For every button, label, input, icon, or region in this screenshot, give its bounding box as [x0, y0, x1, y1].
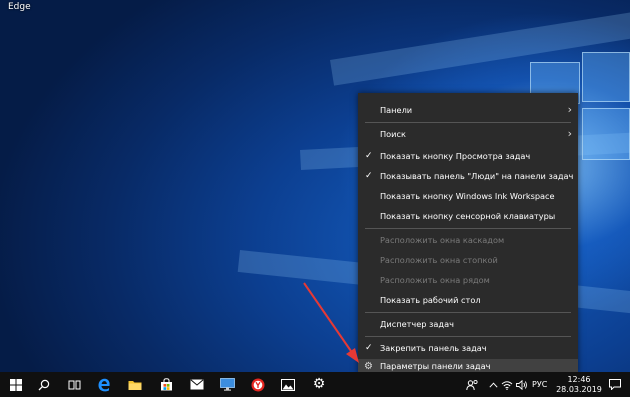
menu-item-label: Показать кнопку Windows Ink Workspace [380, 191, 555, 201]
chevron-right-icon: › [567, 103, 572, 116]
menu-separator [365, 336, 571, 337]
windows-logo-icon [10, 378, 22, 391]
people-icon [465, 379, 478, 390]
edge-icon [98, 378, 110, 391]
menu-separator [365, 228, 571, 229]
window-logo-pane [582, 52, 630, 102]
desktop-icon-label[interactable]: Edge [8, 2, 31, 12]
gear-icon: ⚙ [312, 376, 326, 392]
photos-button[interactable] [274, 372, 302, 397]
checkmark-icon: ✓ [365, 343, 373, 353]
menu-item-label: Закрепить панель задач [380, 343, 487, 353]
people-button[interactable] [462, 372, 482, 397]
menu-item-label: Показывать панель "Люди" на панели задач [380, 171, 574, 181]
chevron-up-icon [488, 381, 498, 388]
menu-item-label: Диспетчер задач [380, 319, 454, 329]
folder-icon [128, 380, 142, 390]
menu-item-label: Расположить окна каскадом [380, 235, 505, 245]
menu-item-label: Расположить окна рядом [380, 275, 490, 285]
menu-separator [365, 312, 571, 313]
mail-button[interactable] [183, 372, 211, 397]
menu-separator [365, 122, 571, 123]
notification-icon [609, 379, 621, 391]
chevron-right-icon: › [567, 127, 572, 140]
settings-button[interactable]: ⚙ [305, 372, 333, 397]
menu-item-people-panel[interactable]: ✓ Показывать панель "Люди" на панели зад… [358, 167, 578, 185]
mail-icon [190, 379, 204, 390]
wifi-icon [501, 380, 513, 390]
menu-item-label: Показать кнопку Просмотра задач [380, 151, 531, 161]
menu-item-search[interactable]: Поиск › [358, 125, 578, 143]
monitor-icon [219, 378, 235, 391]
speaker-icon [516, 379, 527, 390]
yandex-browser-button[interactable] [244, 372, 272, 397]
edge-taskbar-button[interactable] [90, 372, 118, 397]
store-bag-icon [160, 378, 172, 391]
menu-item-label: Показать кнопку сенсорной клавиатуры [380, 211, 556, 221]
menu-item-stack-windows: Расположить окна стопкой [358, 251, 578, 269]
window-logo-pane [582, 108, 630, 160]
menu-item-task-manager[interactable]: Диспетчер задач [358, 315, 578, 333]
menu-item-label: Расположить окна стопкой [380, 255, 498, 265]
clock-date[interactable]: 28.03.2019 [556, 385, 602, 394]
photo-icon [281, 378, 295, 391]
file-explorer-button[interactable] [121, 372, 149, 397]
menu-item-label: Параметры панели задач [380, 361, 491, 371]
menu-item-lock-taskbar[interactable]: ✓ Закрепить панель задач [358, 339, 578, 357]
store-button[interactable] [152, 372, 180, 397]
search-icon [38, 379, 50, 390]
task-view-icon [68, 380, 80, 389]
start-button[interactable] [2, 372, 30, 397]
checkmark-icon: ✓ [365, 171, 373, 181]
menu-item-side-by-side: Расположить окна рядом [358, 271, 578, 289]
menu-item-task-view-button[interactable]: ✓ Показать кнопку Просмотра задач [358, 147, 578, 165]
checkmark-icon: ✓ [365, 151, 373, 161]
action-center-button[interactable] [604, 372, 626, 397]
menu-item-label: Панели [380, 105, 413, 115]
menu-item-ink-workspace[interactable]: Показать кнопку Windows Ink Workspace [358, 187, 578, 205]
menu-item-touch-keyboard[interactable]: Показать кнопку сенсорной клавиатуры [358, 207, 578, 225]
remote-desktop-button[interactable] [213, 372, 241, 397]
input-language-indicator[interactable]: РУС [532, 372, 547, 397]
clock-time[interactable]: 12:46 [562, 375, 596, 384]
menu-item-label: Поиск [380, 129, 406, 139]
task-view-button[interactable] [60, 372, 88, 397]
menu-item-label: Показать рабочий стол [380, 295, 481, 305]
taskbar: ⚙ РУС 12:46 28.03.2019 [0, 372, 630, 397]
show-hidden-icons-button[interactable] [486, 372, 500, 397]
volume-button[interactable] [515, 372, 529, 397]
network-button[interactable] [500, 372, 514, 397]
menu-item-show-desktop[interactable]: Показать рабочий стол [358, 291, 578, 309]
taskbar-context-menu: Панели › Поиск › ✓ Показать кнопку Просм… [358, 93, 578, 374]
menu-item-cascade-windows: Расположить окна каскадом [358, 231, 578, 249]
yandex-icon [251, 378, 265, 391]
search-button[interactable] [30, 372, 58, 397]
menu-item-panels[interactable]: Панели › [358, 101, 578, 119]
